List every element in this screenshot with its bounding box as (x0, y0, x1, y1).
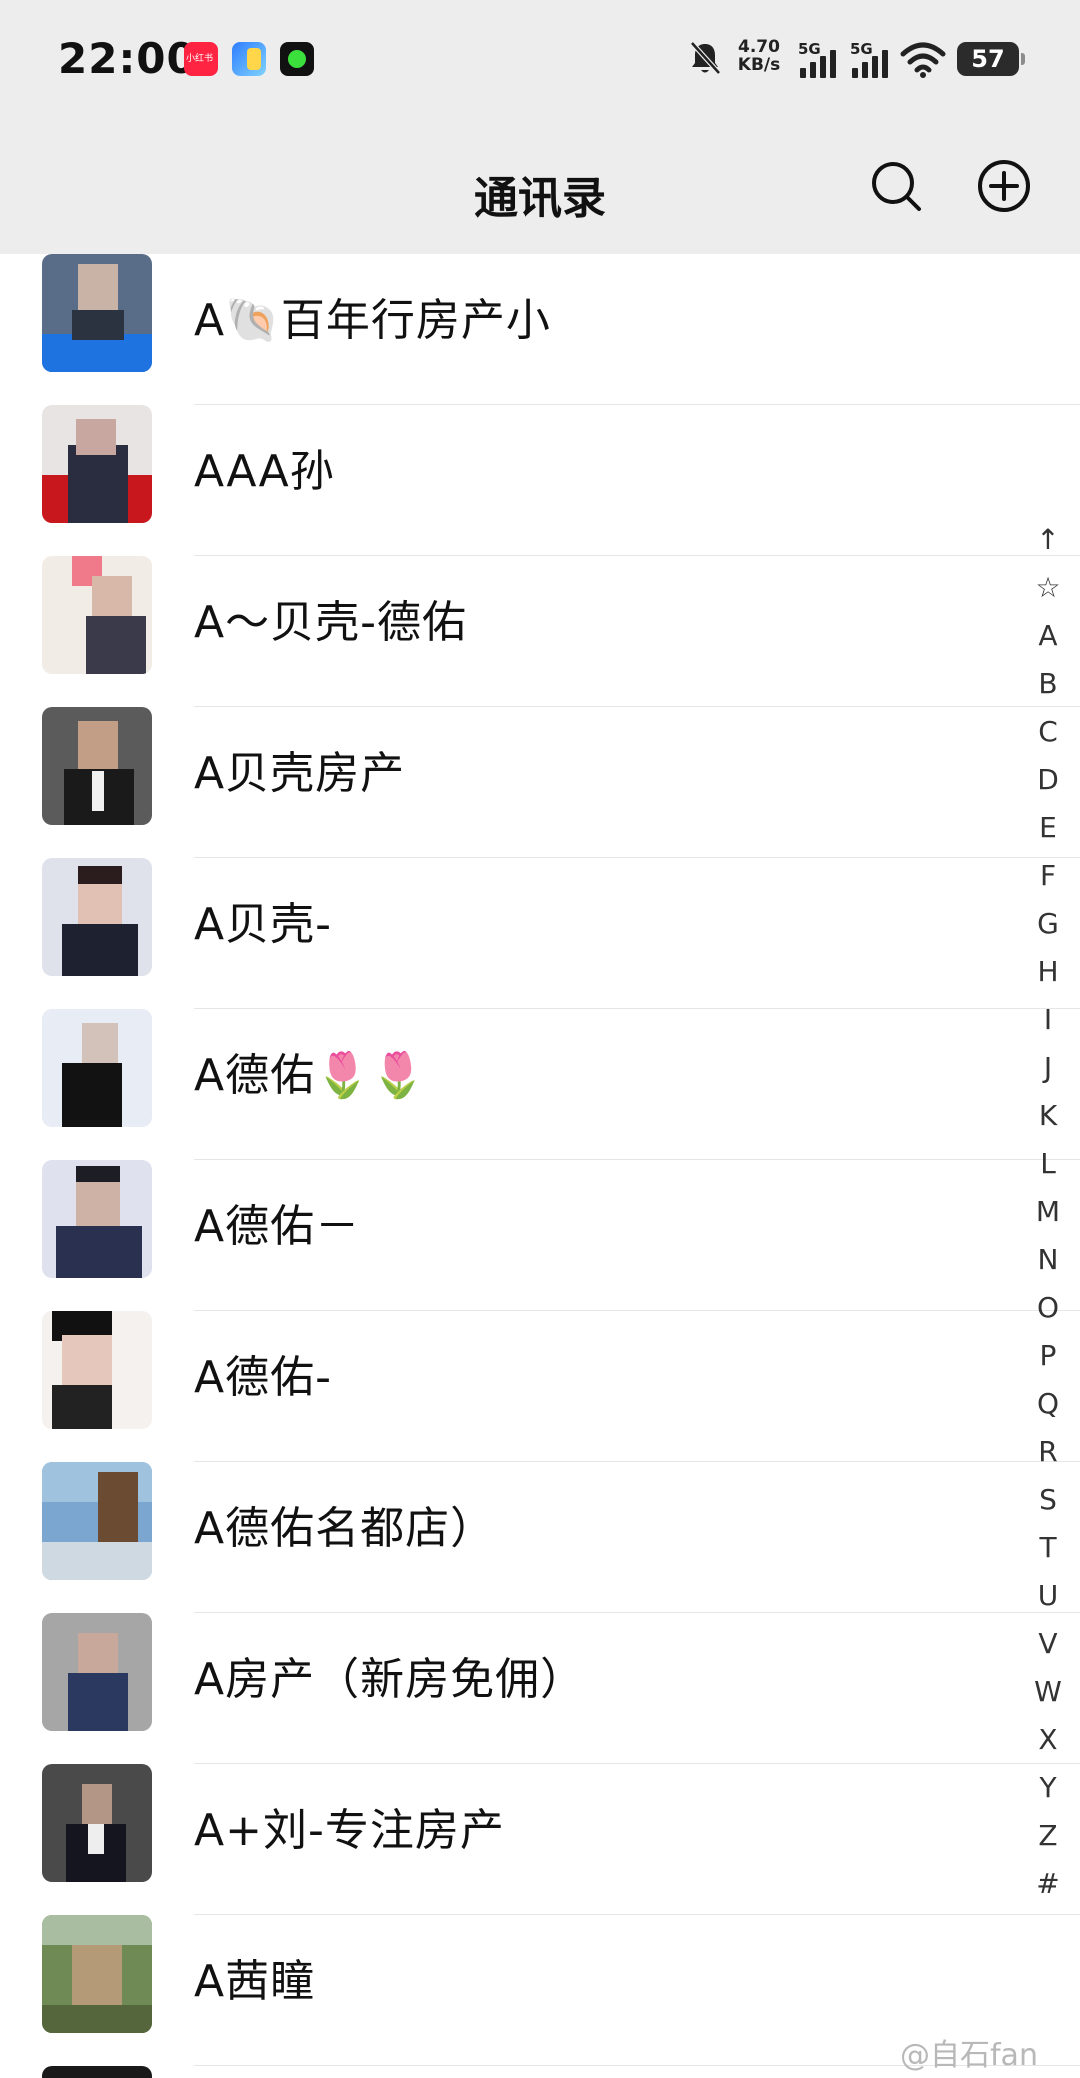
index-letter[interactable]: C (1030, 708, 1066, 756)
alphabet-index[interactable]: ↑ ☆ A B C D E F G H I J K L M N O P Q R S T U V W X Y Z # (1030, 516, 1066, 1908)
index-letter[interactable]: H (1030, 948, 1066, 996)
net-speed-unit: KB/s (737, 55, 781, 75)
index-letter[interactable]: X (1030, 1716, 1066, 1764)
contact-name: A德佑名都店） (194, 1503, 496, 1554)
app-icon (232, 42, 266, 76)
contact-row[interactable]: A贝壳房产 (0, 707, 1080, 858)
index-letter[interactable]: S (1030, 1476, 1066, 1524)
net-speed: 4.70 KB/s (736, 38, 782, 74)
index-letter[interactable]: W (1030, 1668, 1066, 1716)
contact-row[interactable]: A德佑- (0, 1311, 1080, 1462)
app-header: 通讯录 (0, 118, 1080, 254)
battery-icon: 57 (957, 42, 1025, 76)
contact-name: A贝壳房产 (194, 748, 406, 799)
xiaohongshu-app-icon: 小红书 (184, 42, 218, 76)
index-letter[interactable]: D (1030, 756, 1066, 804)
index-letter[interactable]: O (1030, 1284, 1066, 1332)
index-letter[interactable]: Q (1030, 1380, 1066, 1428)
avatar (42, 1311, 152, 1429)
avatar (42, 556, 152, 674)
signal-icon: 5G (850, 40, 898, 78)
index-letter[interactable]: ☆ (1030, 564, 1066, 612)
contact-name: A+刘-专注房产 (194, 1805, 505, 1856)
avatar (42, 254, 152, 372)
index-letter[interactable]: G (1030, 900, 1066, 948)
contact-name: A德佑－ (194, 1201, 361, 1252)
contact-row[interactable]: A贝壳- (0, 858, 1080, 1009)
index-letter[interactable]: I (1030, 996, 1066, 1044)
contact-name: A德佑🌷🌷 (194, 1050, 427, 1101)
index-letter[interactable]: A (1030, 612, 1066, 660)
index-letter[interactable]: U (1030, 1572, 1066, 1620)
index-letter[interactable]: L (1030, 1140, 1066, 1188)
contact-name: A茜瞳 (194, 1956, 316, 2007)
contact-row[interactable]: A+刘-专注房产 (0, 1764, 1080, 1915)
contact-row[interactable]: A房产（新房免佣） (0, 1613, 1080, 1764)
avatar (42, 405, 152, 523)
net-speed-value: 4.70 (738, 37, 780, 57)
index-letter[interactable]: K (1030, 1092, 1066, 1140)
avatar (42, 1462, 152, 1580)
avatar (42, 2066, 152, 2078)
contact-name: A🐚百年行房产小 (194, 295, 551, 346)
mute-bell-icon (690, 41, 721, 75)
index-letter[interactable]: P (1030, 1332, 1066, 1380)
index-letter[interactable]: ↑ (1030, 516, 1066, 564)
index-letter[interactable]: B (1030, 660, 1066, 708)
index-letter[interactable]: E (1030, 804, 1066, 852)
avatar (42, 1160, 152, 1278)
avatar (42, 707, 152, 825)
avatar (42, 1613, 152, 1731)
contact-row[interactable]: A～贝壳-德佑 (0, 556, 1080, 707)
contact-row[interactable]: A🐚百年行房产小 (0, 254, 1080, 405)
contact-name: A贝壳- (194, 899, 332, 950)
search-icon[interactable] (868, 158, 924, 214)
avatar (42, 1009, 152, 1127)
index-letter[interactable]: Z (1030, 1812, 1066, 1860)
avatar (42, 858, 152, 976)
contact-row[interactable]: A德佑－ (0, 1160, 1080, 1311)
wifi-icon (900, 42, 946, 78)
index-letter[interactable]: J (1030, 1044, 1066, 1092)
index-letter[interactable]: T (1030, 1524, 1066, 1572)
green-app-icon (280, 42, 314, 76)
index-letter[interactable]: Y (1030, 1764, 1066, 1812)
signal-1-label: 5G (798, 40, 821, 58)
index-letter[interactable]: F (1030, 852, 1066, 900)
status-bar: 22:00 小红书 4.70 KB/s 5G 5G 57 (0, 0, 1080, 118)
index-letter[interactable]: # (1030, 1860, 1066, 1908)
avatar (42, 1764, 152, 1882)
contact-row[interactable]: A德佑名都店） (0, 1462, 1080, 1613)
contact-row[interactable]: A德佑🌷🌷 (0, 1009, 1080, 1160)
contact-name: A房产（新房免佣） (194, 1654, 586, 1705)
contact-name: A～贝壳-德佑 (194, 597, 467, 648)
contact-row[interactable]: AAA孙 (0, 405, 1080, 556)
signal-2-label: 5G (850, 40, 873, 58)
add-circle-icon[interactable] (976, 158, 1032, 214)
watermark: @自石fan (900, 2038, 1038, 2073)
contact-name: A德佑- (194, 1352, 332, 1403)
index-letter[interactable]: R (1030, 1428, 1066, 1476)
xiaohongshu-app-label: 小红书 (186, 54, 214, 64)
avatar (42, 1915, 152, 2033)
status-time: 22:00 (58, 34, 197, 83)
contact-list: A🐚百年行房产小 AAA孙 A～贝壳-德佑 A贝壳房产 A贝壳- A德佑🌷🌷 A… (0, 254, 1080, 2078)
contact-name: AAA孙 (194, 446, 335, 497)
index-letter[interactable]: M (1030, 1188, 1066, 1236)
signal-icon: 5G (798, 40, 846, 78)
index-letter[interactable]: N (1030, 1236, 1066, 1284)
index-letter[interactable]: V (1030, 1620, 1066, 1668)
